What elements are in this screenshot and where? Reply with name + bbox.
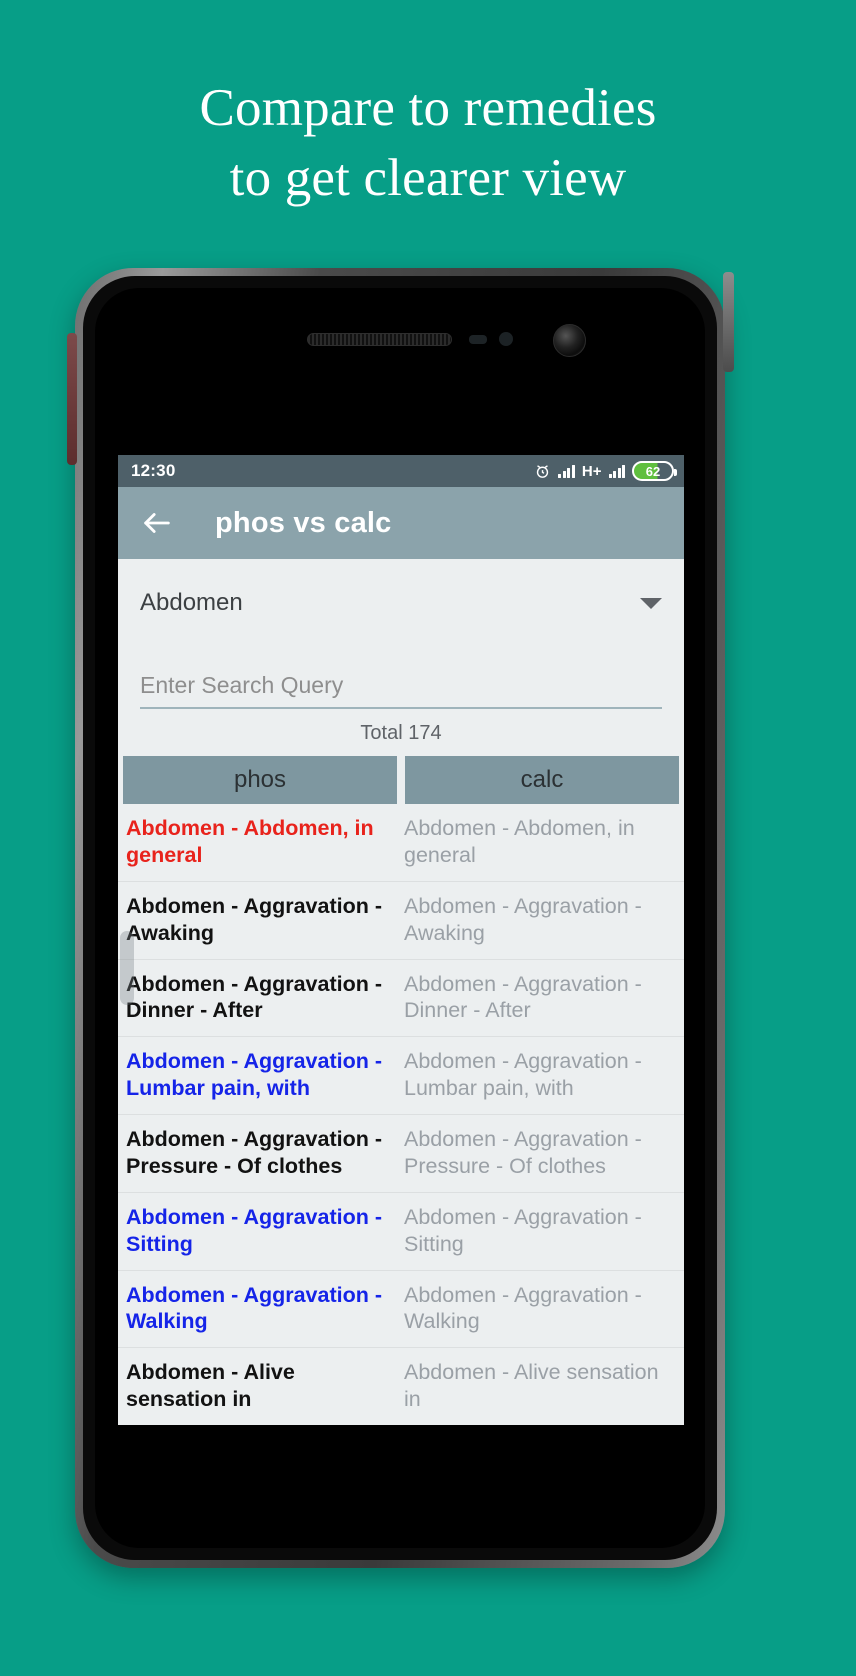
table-cell-right: Abdomen - Aggravation - Pressure - Of cl… (404, 1127, 642, 1178)
category-spinner-value: Abdomen (140, 589, 243, 616)
column-header-phos[interactable]: phos (123, 756, 397, 804)
table-row[interactable]: Abdomen - Aggravation - Lumbar pain, wit… (118, 1037, 684, 1115)
search-placeholder: Enter Search Query (140, 672, 344, 698)
power-button[interactable] (723, 272, 734, 372)
status-clock: 12:30 (131, 461, 176, 480)
table-cell-left: Abdomen - Aggravation - Lumbar pain, wit… (126, 1049, 383, 1101)
table-cell-right: Abdomen - Aggravation - Sitting (404, 1204, 642, 1256)
table-cell-left: Abdomen - Aggravation - Pressure - Of cl… (126, 1127, 383, 1178)
proximity-sensor-icon (469, 335, 487, 344)
light-sensor-icon (499, 332, 513, 346)
table-row[interactable]: Abdomen - Aggravation - Awaking Abdomen … (118, 882, 684, 960)
search-input[interactable]: Enter Search Query (140, 647, 662, 709)
table-row[interactable]: Abdomen - Aggravation - Dinner - After A… (118, 960, 684, 1038)
table-cell-left: Abdomen - Aggravation - Walking (126, 1282, 383, 1334)
table-cell-right: Abdomen - Abdomen, in general (404, 816, 635, 867)
table-cell-right: Abdomen - Aggravation - Lumbar pain, wit… (404, 1049, 642, 1101)
table-cell-left: Abdomen - Abdomen, in general (126, 816, 374, 867)
app-bar: phos vs calc (118, 487, 684, 559)
alarm-icon (534, 463, 551, 480)
app-screen: 12:30 H+ 62 phos vs calc Abdomen Enter S… (118, 455, 684, 1425)
table-cell-right: Abdomen - Aggravation - Dinner - After (404, 971, 642, 1023)
signal-icon-2 (608, 464, 625, 478)
table-row[interactable]: Abdomen - Abdomen, in general Abdomen - … (118, 804, 684, 882)
list-scrollbar-thumb[interactable] (120, 931, 134, 1005)
front-camera-icon (553, 324, 586, 357)
status-icons: H+ 62 (534, 461, 677, 481)
promo-headline: Compare to remedies to get clearer view (0, 74, 856, 214)
network-type-label: H+ (581, 462, 602, 480)
back-arrow-icon[interactable] (140, 506, 174, 540)
promo-headline-line2: to get clearer view (229, 148, 627, 207)
chevron-down-icon (640, 597, 662, 609)
battery-level-label: 62 (645, 463, 661, 479)
signal-icon (558, 464, 575, 478)
search-area: Enter Search Query (118, 647, 684, 709)
table-cell-right: Abdomen - Aggravation - Awaking (404, 893, 642, 945)
table-cell-left: Abdomen - Aggravation - Dinner - After (126, 971, 383, 1023)
table-cell-left: Abdomen - Aggravation - Awaking (126, 893, 383, 945)
table-column-headers: phos calc (118, 756, 684, 804)
table-cell-left: Abdomen - Aggravation - Sitting (126, 1204, 383, 1256)
table-row[interactable]: Abdomen - Alive sensation in Abdomen - A… (118, 1348, 684, 1425)
battery-icon: 62 (632, 461, 677, 481)
promo-headline-line1: Compare to remedies (199, 79, 657, 137)
table-cell-left: Abdomen - Alive sensation in (126, 1360, 295, 1412)
comparison-table: Abdomen - Abdomen, in general Abdomen - … (118, 804, 684, 1425)
table-cell-right: Abdomen - Alive sensation in (404, 1360, 659, 1412)
total-count-label: Total 174 (118, 709, 684, 756)
category-spinner[interactable]: Abdomen (118, 559, 684, 647)
volume-button[interactable] (67, 333, 77, 465)
earpiece-speaker (307, 333, 452, 346)
column-header-calc[interactable]: calc (405, 756, 679, 804)
table-row[interactable]: Abdomen - Aggravation - Walking Abdomen … (118, 1271, 684, 1349)
table-row[interactable]: Abdomen - Aggravation - Sitting Abdomen … (118, 1193, 684, 1271)
table-row[interactable]: Abdomen - Aggravation - Pressure - Of cl… (118, 1115, 684, 1193)
table-cell-right: Abdomen - Aggravation - Walking (404, 1282, 642, 1334)
status-bar: 12:30 H+ 62 (118, 455, 684, 487)
page-title: phos vs calc (215, 506, 392, 539)
